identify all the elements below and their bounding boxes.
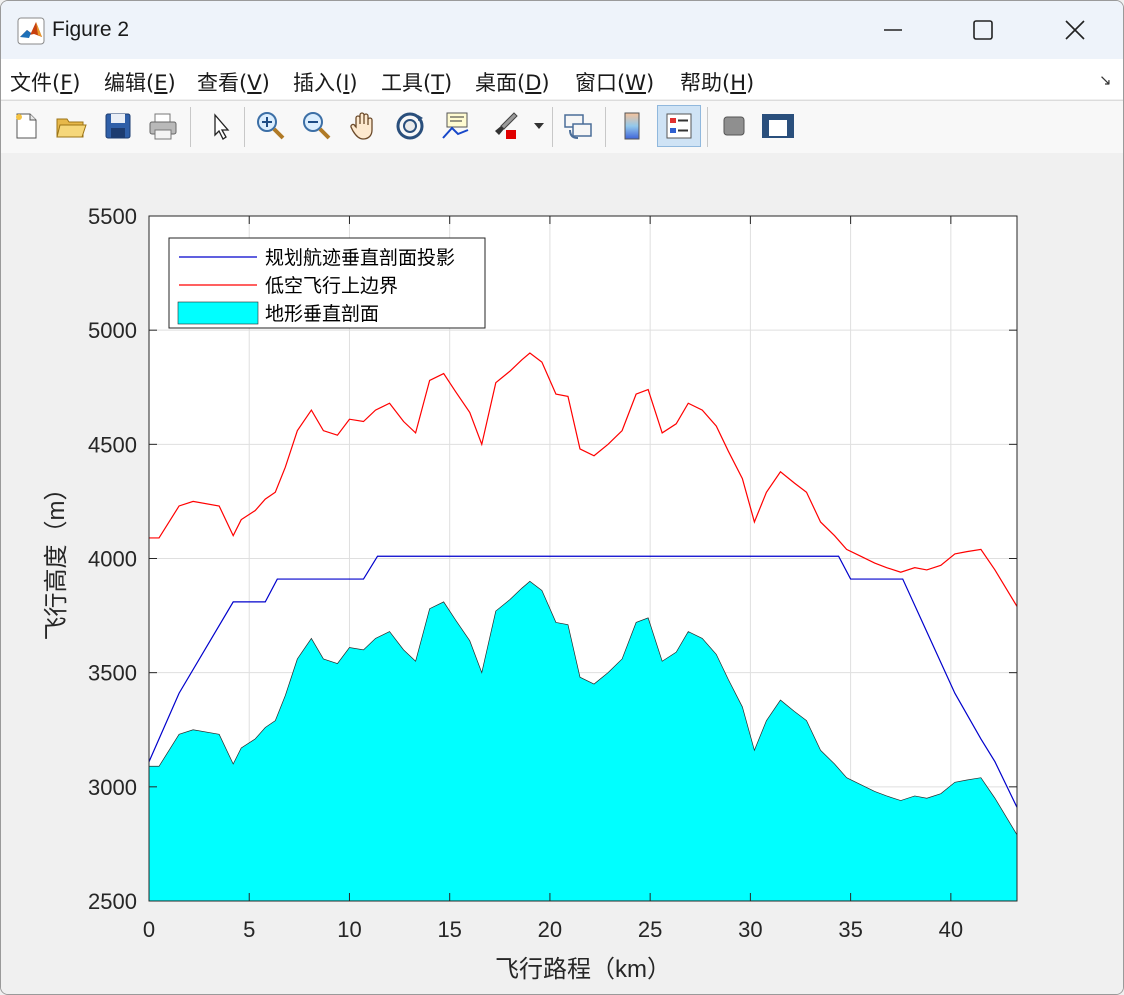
hide-plot-tools-icon <box>723 116 745 136</box>
y-tick-label: 2500 <box>88 889 137 914</box>
show-plot-tools-icon <box>762 114 794 138</box>
zoom-out-button[interactable] <box>298 107 336 145</box>
x-tick-label: 40 <box>939 917 963 942</box>
menu-item-v[interactable]: 查看(V) <box>197 67 270 97</box>
x-tick-label: 0 <box>143 917 155 942</box>
legend: 规划航迹垂直剖面投影低空飞行上边界地形垂直剖面 <box>168 237 486 329</box>
hide-plot-tools-button[interactable] <box>715 107 753 145</box>
data-cursor-icon <box>442 112 469 139</box>
y-tick-label: 5000 <box>88 318 137 343</box>
minimize-button[interactable] <box>847 1 939 59</box>
link-plot-icon <box>564 114 592 139</box>
zoom-in-button[interactable] <box>252 107 290 145</box>
figure-canvas: 0 5 10 15 20 25 30 35 40 2500 3000 3500 4000 4500 5000… <box>1 153 1123 994</box>
y-tick-label: 4000 <box>88 547 137 572</box>
link-plot-button[interactable] <box>559 107 597 145</box>
matlab-logo-icon <box>17 17 45 45</box>
menu-item-h[interactable]: 帮助(H) <box>680 67 754 97</box>
y-axis-title: 飞行高度（m） <box>43 477 70 641</box>
menu-item-t[interactable]: 工具(T) <box>381 67 452 97</box>
open-file-button[interactable] <box>52 107 90 145</box>
y-tick-label: 5500 <box>88 204 137 229</box>
x-tick-label: 20 <box>538 917 562 942</box>
x-tick-label: 25 <box>638 917 662 942</box>
brush-button[interactable] <box>485 107 523 145</box>
show-plot-tools-button[interactable] <box>759 107 797 145</box>
colorbar-icon <box>624 112 640 140</box>
legend-button[interactable] <box>657 105 701 147</box>
x-axis-title: 飞行路程（km） <box>495 956 671 983</box>
maximize-icon <box>973 20 993 40</box>
legend-label: 规划航迹垂直剖面投影 <box>265 247 455 269</box>
figure-window: Figure 2 文件(F) 编辑(E) 查看(V) 插入(I) 工具(T) 桌面(D) 窗… <box>0 0 1124 995</box>
x-tick-label: 5 <box>243 917 255 942</box>
menu-item-w[interactable]: 窗口(W) <box>575 67 654 97</box>
print-icon <box>149 113 177 140</box>
title-bar[interactable]: Figure 2 <box>1 1 1123 59</box>
y-tick-label: 3500 <box>88 661 137 686</box>
open-file-icon <box>56 118 87 138</box>
legend-label: 低空飞行上边界 <box>265 275 398 297</box>
menu-item-f[interactable]: 文件(F) <box>10 67 81 97</box>
y-tick-label: 3000 <box>88 775 137 800</box>
select-button[interactable] <box>201 107 239 145</box>
rotate-3d-icon <box>396 112 424 140</box>
select-arrow-icon <box>214 113 230 140</box>
brush-dropdown[interactable] <box>529 107 549 145</box>
pan-hand-icon <box>350 112 373 140</box>
menu-bar: 文件(F) 编辑(E) 查看(V) 插入(I) 工具(T) 桌面(D) 窗口(W) 帮助(H)… <box>1 59 1123 99</box>
figure-toolbar <box>1 100 1123 154</box>
zoom-out-icon <box>303 112 331 140</box>
maximize-button[interactable] <box>937 1 1029 59</box>
save-button[interactable] <box>99 107 137 145</box>
x-tick-label: 10 <box>337 917 361 942</box>
undock-icon[interactable]: ↘ <box>1099 71 1112 89</box>
menu-item-i[interactable]: 插入(I) <box>293 67 358 97</box>
save-icon <box>105 113 131 139</box>
x-tick-label: 30 <box>738 917 762 942</box>
x-tick-label: 15 <box>437 917 461 942</box>
legend-icon <box>666 113 692 139</box>
colorbar-button[interactable] <box>613 107 651 145</box>
window-title: Figure 2 <box>52 18 130 41</box>
new-figure-icon <box>16 113 37 139</box>
legend-label: 地形垂直剖面 <box>265 303 379 325</box>
close-icon <box>1065 20 1085 40</box>
data-cursor-button[interactable] <box>437 107 475 145</box>
close-button[interactable] <box>1029 1 1121 59</box>
print-button[interactable] <box>144 107 182 145</box>
zoom-in-icon <box>257 112 285 140</box>
new-figure-button[interactable] <box>7 107 45 145</box>
rotate-3d-button[interactable] <box>391 107 429 145</box>
x-tick-label: 35 <box>838 917 862 942</box>
minimize-icon <box>884 29 902 31</box>
menu-item-e[interactable]: 编辑(E) <box>104 67 176 97</box>
y-tick-label: 4500 <box>88 432 137 457</box>
chart: 0 5 10 15 20 25 30 35 40 2500 3000 3500 4000 4500 5000… <box>43 204 1018 983</box>
chevron-down-icon <box>534 123 544 129</box>
brush-icon <box>495 112 518 139</box>
menu-item-d[interactable]: 桌面(D) <box>475 67 550 97</box>
legend-swatch-area <box>177 301 259 325</box>
pan-button[interactable] <box>345 107 383 145</box>
